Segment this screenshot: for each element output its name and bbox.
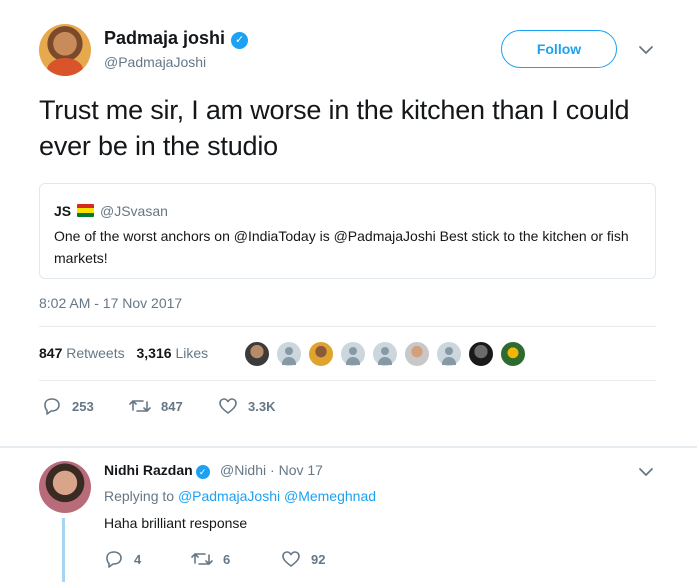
liker-avatar[interactable]: [339, 340, 367, 368]
bolivia-flag-icon: [77, 204, 94, 217]
quoted-tweet[interactable]: JS @JSvasan One of the worst anchors on …: [39, 183, 656, 279]
retweets-count: 847: [39, 345, 63, 361]
heart-icon: [219, 398, 237, 414]
thread-line: [62, 518, 65, 582]
liker-avatar[interactable]: [275, 340, 303, 368]
reply-author-handle[interactable]: @Nidhi: [220, 462, 266, 478]
reply-author-name-row[interactable]: Nidhi Razdan ✓: [104, 462, 210, 479]
author-avatar[interactable]: [39, 24, 91, 76]
retweets-label: Retweets: [66, 345, 125, 361]
liker-avatar[interactable]: [435, 340, 463, 368]
reply-author-avatar[interactable]: [39, 461, 91, 513]
reply-action[interactable]: 253: [42, 396, 94, 416]
verified-badge-icon: ✓: [231, 32, 249, 49]
tweet-timestamp[interactable]: 8:02 AM - 17 Nov 2017: [39, 295, 182, 311]
liker-avatar[interactable]: [499, 340, 527, 368]
retweet-count: 847: [161, 398, 183, 414]
liker-avatar[interactable]: [467, 340, 495, 368]
tweet-text: Trust me sir, I am worse in the kitchen …: [39, 95, 630, 161]
replying-to-link[interactable]: @PadmajaJoshi: [178, 488, 280, 504]
liker-avatar[interactable]: [307, 340, 335, 368]
like-count: 92: [311, 551, 326, 567]
conversation-separator: [0, 446, 697, 448]
follow-button[interactable]: Follow: [501, 30, 617, 68]
heart-icon: [282, 551, 300, 567]
like-count: 3.3K: [248, 398, 276, 414]
retweets-stat[interactable]: 847 Retweets: [39, 345, 125, 361]
like-action[interactable]: 92: [281, 549, 325, 569]
liker-avatar[interactable]: [403, 340, 431, 368]
replying-to-link[interactable]: @Memeghnad: [284, 488, 376, 504]
retweet-action[interactable]: 847: [129, 396, 183, 416]
retweet-icon: [129, 400, 151, 412]
reply-count: 4: [134, 551, 142, 567]
likes-stat[interactable]: 3,316 Likes: [137, 345, 209, 361]
chevron-down-icon[interactable]: [638, 464, 654, 480]
replying-prefix: Replying to: [104, 488, 175, 504]
engagement-stats: 847 Retweets 3,316 Likes: [39, 345, 216, 361]
liker-avatar[interactable]: [371, 340, 399, 368]
divider: [39, 380, 656, 381]
retweet-count: 6: [223, 551, 231, 567]
reply-count: 253: [72, 398, 94, 414]
liker-avatar[interactable]: [243, 340, 271, 368]
reply-meta: @Nidhi · Nov 17: [220, 462, 323, 478]
likes-count: 3,316: [136, 345, 172, 361]
main-tweet: Padmaja joshi ✓ @PadmajaJoshi Follow Trus…: [0, 0, 697, 446]
reply-icon: [106, 551, 122, 568]
replying-to: Replying to @PadmajaJoshi @Memeghnad: [104, 488, 376, 504]
retweet-action[interactable]: 6: [191, 549, 230, 569]
reply-text: Haha brilliant response: [104, 515, 248, 531]
quoted-tweet-text: One of the worst anchors on @IndiaToday …: [54, 228, 629, 266]
reply-date[interactable]: Nov 17: [279, 462, 323, 478]
like-action[interactable]: 3.3K: [218, 396, 275, 416]
author-handle[interactable]: @PadmajaJoshi: [104, 54, 206, 70]
retweet-icon: [191, 553, 213, 565]
verified-badge-icon: ✓: [195, 465, 210, 479]
author-name[interactable]: Padmaja joshi: [104, 28, 225, 48]
reply-action[interactable]: 4: [104, 549, 141, 569]
chevron-down-icon[interactable]: [638, 42, 654, 58]
quoted-author-handle: @JSvasan: [100, 203, 168, 219]
likes-label: Likes: [175, 345, 209, 361]
author-name-row[interactable]: Padmaja joshi ✓: [104, 28, 249, 49]
quoted-author-name: JS: [54, 203, 72, 219]
reply-icon: [44, 398, 60, 415]
reply-author-name[interactable]: Nidhi Razdan: [104, 462, 193, 478]
divider: [39, 326, 656, 327]
